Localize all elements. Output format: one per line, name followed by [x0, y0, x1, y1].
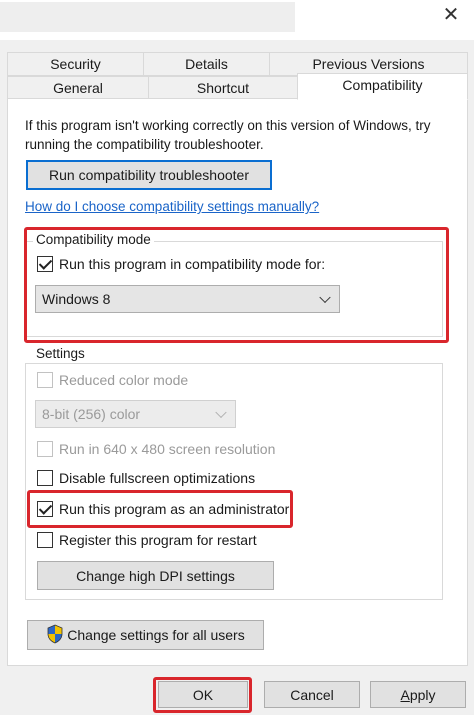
restart-checkbox[interactable] [37, 532, 53, 548]
tab-details[interactable]: Details [143, 52, 270, 76]
admin-row[interactable]: Run this program as an administrator [37, 501, 289, 517]
tab-security[interactable]: Security [7, 52, 144, 76]
change-all-users-label: Change settings for all users [67, 627, 245, 643]
tab-shortcut[interactable]: Shortcut [148, 76, 298, 100]
compat-mode-legend: Compatibility mode [33, 232, 154, 247]
restart-row[interactable]: Register this program for restart [37, 532, 257, 548]
settings-legend: Settings [33, 346, 88, 361]
title-area [0, 2, 295, 32]
tab-compatibility[interactable]: Compatibility [297, 73, 468, 100]
resolution-checkbox [37, 441, 53, 457]
compat-mode-label: Run this program in compatibility mode f… [59, 256, 326, 272]
run-troubleshooter-button[interactable]: Run compatibility troubleshooter [26, 160, 272, 190]
chevron-down-icon [319, 291, 331, 304]
reduced-color-label: Reduced color mode [59, 372, 189, 388]
reduced-color-row: Reduced color mode [37, 372, 188, 388]
apply-label: Apply [400, 686, 436, 703]
compat-mode-checkbox[interactable] [37, 256, 53, 272]
ok-button[interactable]: OK [158, 681, 248, 708]
title-bar: ✕ [0, 0, 474, 40]
color-depth-select: 8-bit (256) color [35, 400, 236, 428]
uac-shield-icon [46, 624, 64, 647]
reduced-color-checkbox [37, 372, 53, 388]
close-icon[interactable]: ✕ [436, 2, 466, 28]
admin-checkbox[interactable] [37, 501, 53, 517]
change-dpi-button[interactable]: Change high DPI settings [37, 561, 274, 590]
color-depth-value: 8-bit (256) color [42, 406, 141, 422]
fullscreen-row[interactable]: Disable fullscreen optimizations [37, 470, 255, 486]
tab-general[interactable]: General [7, 76, 149, 100]
resolution-label: Run in 640 x 480 screen resolution [59, 441, 276, 457]
fullscreen-checkbox[interactable] [37, 470, 53, 486]
apply-button[interactable]: Apply [370, 681, 466, 708]
resolution-row: Run in 640 x 480 screen resolution [37, 441, 275, 457]
fullscreen-label: Disable fullscreen optimizations [59, 470, 256, 486]
change-all-users-button[interactable]: Change settings for all users [27, 620, 264, 650]
compat-mode-checkbox-row[interactable]: Run this program in compatibility mode f… [37, 256, 325, 272]
restart-label: Register this program for restart [59, 532, 257, 548]
os-select-value: Windows 8 [42, 291, 111, 307]
help-link[interactable]: How do I choose compatibility settings m… [25, 199, 319, 214]
intro-text: If this program isn't working correctly … [25, 118, 431, 152]
chevron-down-icon [215, 406, 227, 419]
cancel-button[interactable]: Cancel [264, 681, 360, 708]
os-select[interactable]: Windows 8 [35, 285, 340, 313]
admin-label: Run this program as an administrator [59, 501, 290, 517]
